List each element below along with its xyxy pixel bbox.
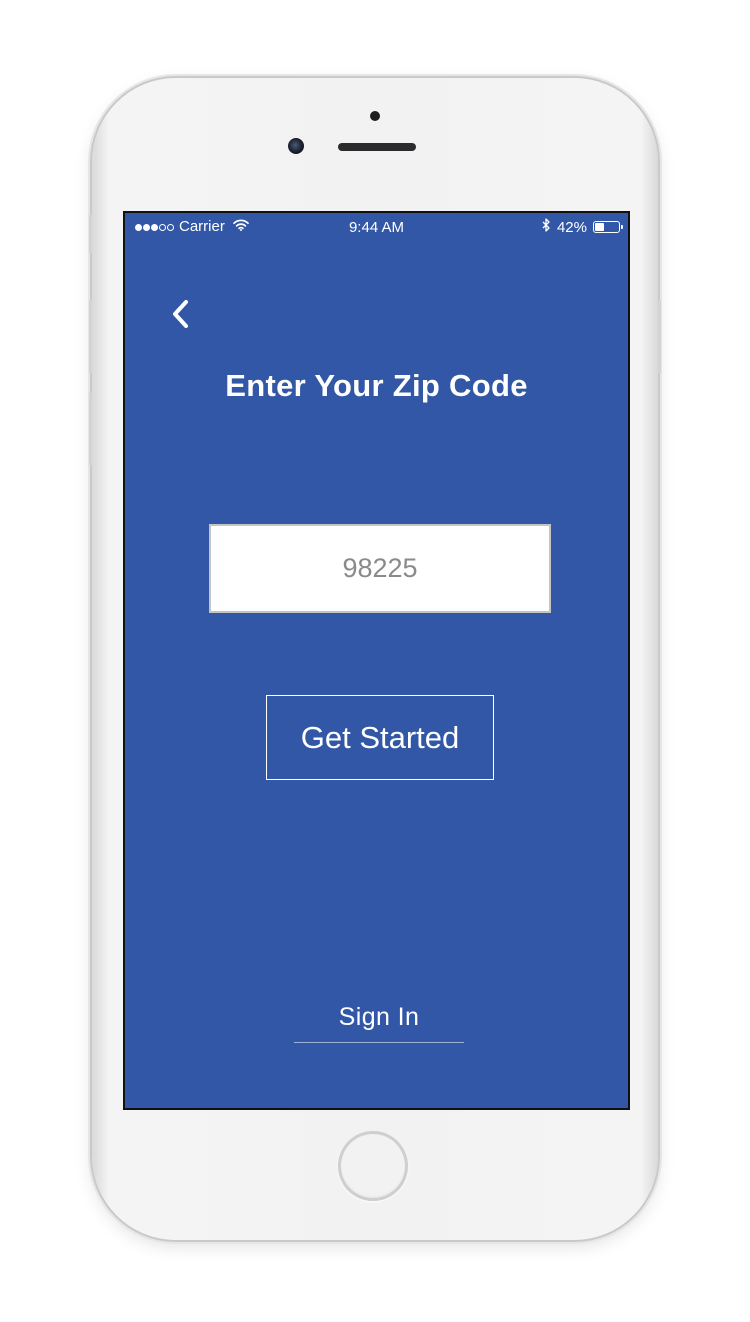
mute-switch [89,214,92,254]
battery-tip [621,225,623,229]
battery-level [595,223,605,231]
battery-percent: 42% [556,218,587,236]
earpiece-speaker [338,143,416,151]
status-right: 42% [542,218,623,236]
status-bar: Carrier 9:44 AM 42% [125,213,628,243]
device-mockup: Carrier 9:44 AM 42% Enter Your Zip Code … [0,0,750,1322]
power-button [658,300,661,374]
proximity-sensor [370,111,380,121]
chevron-left-icon [173,300,188,328]
battery-icon [593,221,623,233]
page-title: Enter Your Zip Code [225,368,528,403]
app-screen: Carrier 9:44 AM 42% Enter Your Zip Code … [123,211,630,1110]
home-button[interactable] [338,1131,408,1201]
bluetooth-icon [542,218,551,236]
volume-up-button [89,300,92,374]
back-button[interactable] [169,299,193,329]
get-started-button[interactable]: Get Started [266,695,494,780]
zip-code-input[interactable] [209,524,551,613]
front-camera [288,138,304,154]
sign-in-link[interactable]: Sign In [294,1003,464,1043]
volume-down-button [89,392,92,466]
